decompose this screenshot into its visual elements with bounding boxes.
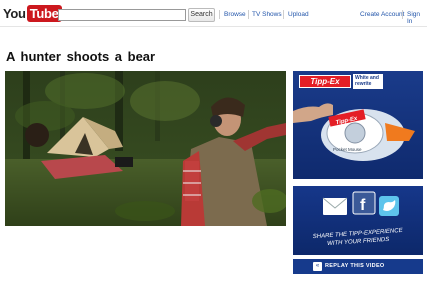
product-name-label: Pocket Mouse: [333, 147, 362, 152]
video-player[interactable]: [5, 71, 286, 226]
replay-label: REPLAY THIS VIDEO: [325, 263, 385, 269]
nav-divider: [283, 10, 284, 19]
correction-tape-image: Tipp-Ex Pocket Mouse: [293, 103, 415, 161]
facebook-glyph: f: [360, 197, 366, 214]
nav-upload-link[interactable]: Upload: [288, 11, 309, 18]
search-input[interactable]: [58, 9, 186, 21]
logo-you-text: You: [3, 6, 26, 21]
bear: [25, 123, 49, 147]
create-account-link[interactable]: Create Account: [360, 11, 404, 18]
nav-divider: [248, 10, 249, 19]
video-title: A hunter shoots a bear: [6, 49, 156, 64]
nav-tv-shows-link[interactable]: TV Shows: [252, 11, 282, 18]
sign-in-link[interactable]: Sign In: [407, 11, 427, 25]
logo-tube-text: Tube: [26, 5, 62, 22]
nav-browse-link[interactable]: Browse: [224, 11, 246, 18]
search-button[interactable]: Search: [188, 8, 215, 22]
replay-video-button[interactable]: « REPLAY THIS VIDEO: [293, 259, 423, 274]
tippex-product-ad[interactable]: Tipp-Ex White and rewrite Tipp-Ex Pocket…: [293, 71, 423, 179]
video-frame: [5, 71, 286, 226]
youtube-logo[interactable]: You Tube: [3, 5, 62, 22]
nav-divider: [402, 10, 403, 19]
masthead: You Tube Search Browse TV Shows Upload C…: [0, 0, 427, 27]
share-ad[interactable]: f SHARE THE TIPP-EXPERIENCE WITH YOUR FR…: [293, 186, 423, 255]
hand: [293, 103, 333, 123]
rewind-icon: «: [313, 262, 322, 271]
nav-divider: [219, 10, 220, 19]
